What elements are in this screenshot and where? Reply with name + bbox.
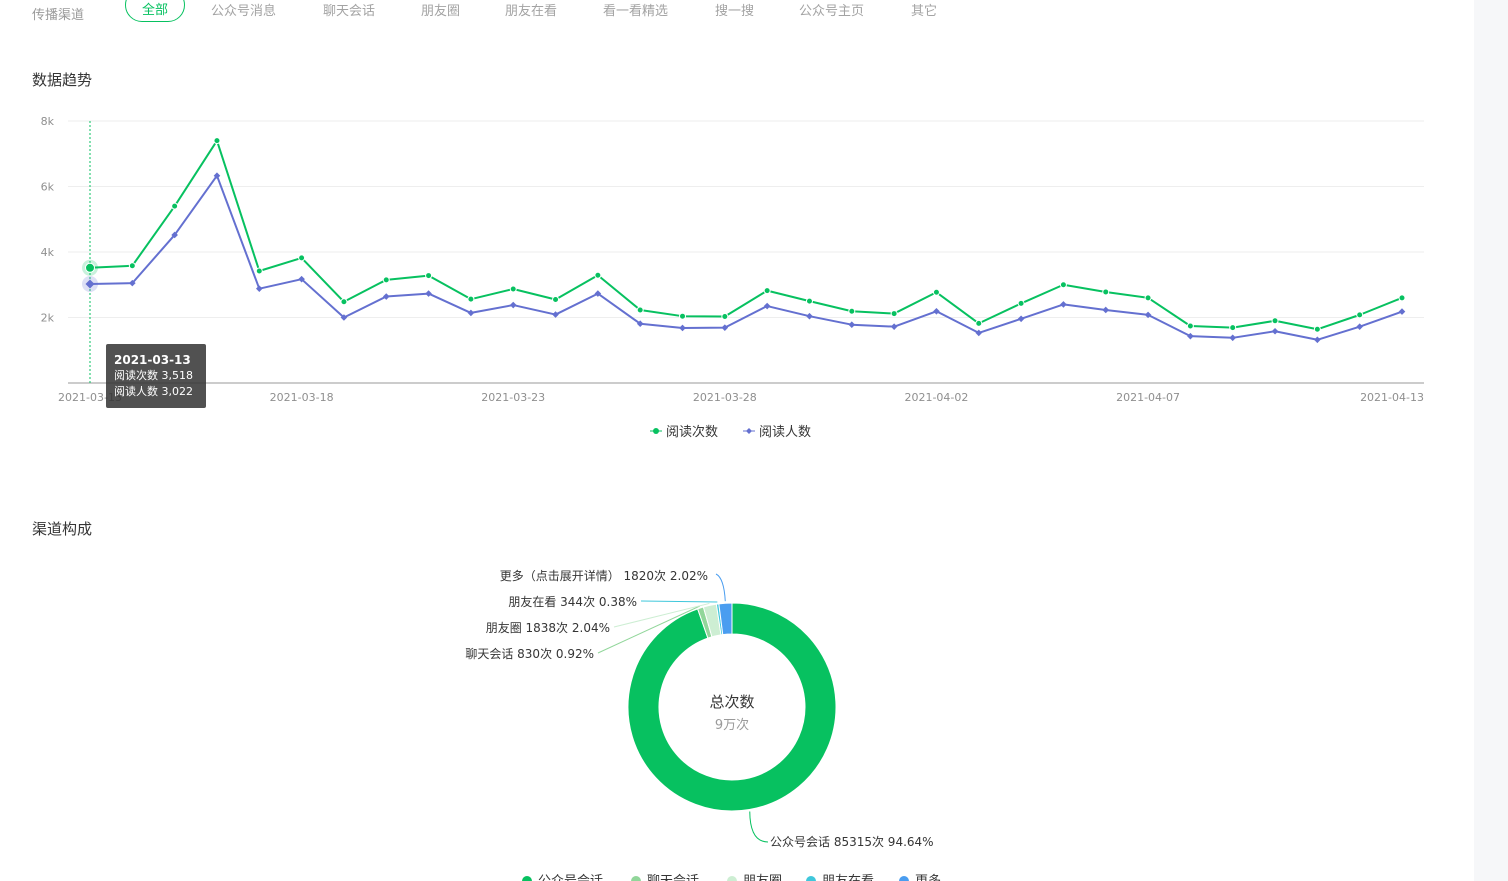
legend-label[interactable]: 阅读人数 <box>759 425 811 440</box>
data-point[interactable] <box>298 254 306 262</box>
data-point[interactable] <box>1102 288 1110 296</box>
legend-marker <box>727 876 737 881</box>
data-point[interactable] <box>1271 317 1279 325</box>
data-point[interactable] <box>1313 325 1321 333</box>
data-point[interactable] <box>721 324 729 331</box>
data-point[interactable] <box>552 311 559 318</box>
x-tick-label: 2021-03-18 <box>270 391 334 404</box>
y-tick-label: 4k <box>41 246 55 259</box>
data-point[interactable] <box>467 295 475 303</box>
data-point[interactable] <box>382 276 390 284</box>
tooltip-read-count: 阅读次数 3,518 <box>114 369 193 382</box>
data-point[interactable] <box>890 310 898 318</box>
slice-label: 公众号会话 85315次 94.64% <box>770 835 934 849</box>
legend-marker <box>899 876 909 881</box>
slice-label: 朋友圈 1838次 2.04% <box>486 621 610 635</box>
data-tooltip: 2021-03-13 阅读次数 3,518 阅读人数 3,022 <box>106 344 206 408</box>
legend-label[interactable]: 阅读次数 <box>666 424 718 440</box>
data-point[interactable] <box>255 267 263 275</box>
data-point[interactable] <box>763 302 771 310</box>
series-line <box>89 139 1403 331</box>
channel-section-title: 渠道构成 <box>32 520 93 538</box>
data-point[interactable] <box>425 272 433 280</box>
data-point[interactable] <box>128 262 136 270</box>
slice-label: 更多（点击展开详情） 1820次 2.02% <box>500 568 708 583</box>
donut-center-label: 总次数 <box>709 693 754 711</box>
data-point[interactable] <box>1102 306 1110 314</box>
data-point[interactable] <box>848 321 856 329</box>
legend-marker <box>631 876 641 881</box>
legend-label[interactable]: 公众号会话 <box>538 874 603 881</box>
trend-line-chart[interactable]: 2k 4k 6k 8k 2021-03-13 2021-03-18 2021-03-23 2… <box>0 0 1508 460</box>
data-point[interactable] <box>340 298 348 306</box>
data-point[interactable] <box>890 323 898 330</box>
data-point[interactable] <box>1060 301 1067 308</box>
tooltip-reader-count: 阅读人数 3,022 <box>114 385 193 398</box>
data-point[interactable] <box>382 293 390 300</box>
data-point[interactable] <box>679 324 686 332</box>
data-point[interactable] <box>594 271 602 279</box>
data-point[interactable] <box>1229 334 1237 342</box>
data-point[interactable] <box>467 309 475 317</box>
data-point[interactable] <box>848 307 856 315</box>
x-tick-label: 2021-04-13 <box>1360 391 1424 404</box>
data-point[interactable] <box>1314 336 1321 344</box>
data-point[interactable] <box>932 288 940 296</box>
legend-marker <box>653 428 659 434</box>
data-point[interactable] <box>721 313 729 321</box>
data-point[interactable] <box>1398 308 1406 315</box>
data-point[interactable] <box>85 262 95 273</box>
data-point[interactable] <box>975 319 983 327</box>
data-point[interactable] <box>552 295 560 303</box>
data-point[interactable] <box>171 202 179 210</box>
data-point[interactable] <box>806 312 813 320</box>
legend-marker <box>746 428 752 434</box>
x-tick-label: 2021-03-23 <box>481 391 545 404</box>
data-point[interactable] <box>805 297 813 305</box>
data-point[interactable] <box>1356 311 1364 319</box>
slice-label: 聊天会话 830次 0.92% <box>465 647 594 661</box>
data-point[interactable] <box>1017 315 1025 323</box>
donut-center-value: 9万次 <box>715 717 749 733</box>
legend-label[interactable]: 朋友在看 <box>822 873 874 881</box>
x-tick-label: 2021-03-28 <box>693 391 757 404</box>
x-tick-label: 2021-04-02 <box>904 391 968 404</box>
data-point[interactable] <box>679 312 687 320</box>
data-point[interactable] <box>1059 281 1067 289</box>
data-point[interactable] <box>933 307 940 315</box>
data-point[interactable] <box>509 301 517 309</box>
y-tick-label: 2k <box>41 312 55 325</box>
data-point[interactable] <box>975 329 983 337</box>
legend-label[interactable]: 朋友圈 <box>743 873 782 881</box>
legend-marker <box>522 876 532 881</box>
data-point[interactable] <box>636 306 644 314</box>
data-point[interactable] <box>1229 324 1237 332</box>
x-tick-label: 2021-04-07 <box>1116 391 1180 404</box>
data-point[interactable] <box>1187 332 1194 340</box>
data-point[interactable] <box>509 285 517 293</box>
data-point[interactable] <box>1186 322 1194 330</box>
label-leader-line <box>640 600 718 603</box>
data-point[interactable] <box>1356 323 1363 330</box>
series-line <box>89 174 1403 341</box>
data-point[interactable] <box>1144 294 1152 302</box>
data-point[interactable] <box>255 285 263 292</box>
legend-label[interactable]: 更多 <box>915 873 941 881</box>
data-point[interactable] <box>213 137 221 145</box>
data-point[interactable] <box>763 287 771 295</box>
slice-label: 朋友在看 344次 0.38% <box>508 595 637 609</box>
channel-donut-chart[interactable]: 公众号会话 85315次 94.64% 聊天会话 830次 0.92% 朋友圈 18… <box>0 540 1474 881</box>
data-point[interactable] <box>425 290 432 297</box>
legend-marker <box>806 876 816 881</box>
data-point[interactable] <box>1398 294 1406 302</box>
data-point[interactable] <box>1271 327 1279 335</box>
tooltip-date: 2021-03-13 <box>114 353 191 367</box>
y-tick-label: 8k <box>41 115 55 128</box>
data-point[interactable] <box>1017 299 1025 307</box>
legend-label[interactable]: 聊天会话 <box>647 874 699 881</box>
label-leader-line <box>749 811 769 843</box>
label-leader-line <box>715 573 726 602</box>
y-tick-label: 6k <box>41 181 55 194</box>
